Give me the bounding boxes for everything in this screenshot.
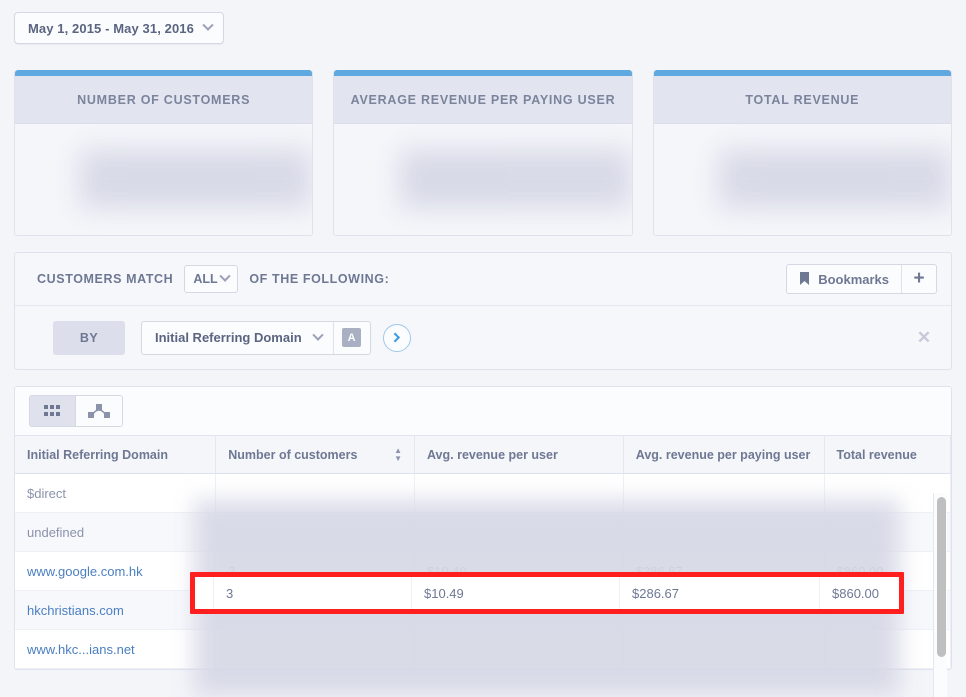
bookmarks-button[interactable]: Bookmarks (787, 265, 902, 293)
date-range-picker[interactable]: May 1, 2015 - May 31, 2016 (14, 12, 224, 44)
filter-condition-row: BY Initial Referring Domain A ✕ (15, 306, 951, 369)
cell-domain: undefined (15, 512, 217, 552)
metric-cards: NUMBER OF CUSTOMERS AVERAGE REVENUE PER … (0, 70, 966, 236)
column-header-avg-revenue-per-paying-user[interactable]: Avg. revenue per paying user (623, 435, 825, 474)
grid-icon (44, 405, 60, 416)
cell-arppu (623, 590, 825, 630)
table-row[interactable]: $direct (15, 473, 951, 513)
by-chip[interactable]: BY (53, 320, 125, 355)
cell-customers (215, 590, 415, 630)
results-panel: Initial Referring Domain Number of custo… (14, 386, 952, 670)
cell-domain: www.google.com.hk (15, 551, 217, 591)
cell-domain: www.hkc...ians.net (15, 629, 217, 669)
remove-filter-button[interactable]: ✕ (911, 325, 937, 351)
table-header: Initial Referring Domain Number of custo… (15, 435, 951, 474)
cell-total (824, 473, 951, 513)
match-type-select[interactable]: ALL (184, 265, 239, 293)
tree-icon (88, 404, 110, 418)
filter-match-row: CUSTOMERS MATCH ALL OF THE FOLLOWING: Bo… (15, 253, 951, 306)
card-body (15, 124, 313, 235)
cell-arpu: $10.49 (414, 551, 624, 591)
column-label: Avg. revenue per paying user (635, 447, 811, 462)
table-body: $direct undefined www.google.com.hk 3 $1… (15, 473, 951, 669)
sort-icon: ▲ ▼ (394, 445, 402, 463)
table-scrollbar[interactable] (933, 493, 947, 697)
results-table: Initial Referring Domain Number of custo… (15, 435, 951, 669)
cell-total (824, 590, 951, 630)
filter-panel: CUSTOMERS MATCH ALL OF THE FOLLOWING: Bo… (14, 252, 952, 370)
metric-card-total-revenue: TOTAL REVENUE (652, 70, 952, 236)
column-label: Avg. revenue per user (426, 447, 558, 462)
attribute-group: Initial Referring Domain A (141, 320, 371, 355)
cell-customers (215, 629, 415, 669)
cell-arpu (414, 473, 624, 513)
cell-arppu (623, 629, 825, 669)
domain-label: $direct (27, 485, 67, 501)
table-row[interactable]: www.hkc...ians.net (15, 629, 951, 669)
metric-card-average-revenue-per-paying-user: AVERAGE REVENUE PER PAYING USER (333, 70, 633, 236)
date-range-label: May 1, 2015 - May 31, 2016 (28, 20, 194, 36)
table-header-row: Initial Referring Domain Number of custo… (15, 435, 951, 474)
table-row-highlighted[interactable]: www.google.com.hk 3 $10.49 $286.67 $860.… (15, 551, 951, 591)
card-body (334, 124, 632, 235)
view-toggle-row (15, 387, 951, 435)
customers-match-label: CUSTOMERS MATCH (37, 272, 174, 286)
attribute-value: Initial Referring Domain (155, 330, 302, 345)
grid-view-button[interactable] (30, 396, 76, 426)
cell-arpu (414, 590, 624, 630)
attribute-type-badge: A (342, 328, 362, 347)
card-title: AVERAGE REVENUE PER PAYING USER (334, 76, 632, 124)
column-label: Total revenue (836, 447, 917, 462)
cell-total: $860.00 (824, 551, 951, 591)
bookmarks-label: Bookmarks (818, 271, 889, 287)
redacted-value (80, 150, 313, 208)
top-bar: May 1, 2015 - May 31, 2016 (0, 0, 966, 56)
cell-arpu (414, 629, 624, 669)
cell-total (824, 512, 951, 552)
chevron-down-icon (219, 270, 231, 282)
column-label: Number of customers (228, 447, 358, 462)
metric-card-number-of-customers: NUMBER OF CUSTOMERS (14, 70, 314, 236)
of-the-following-label: OF THE FOLLOWING: (249, 272, 390, 286)
cell-arppu: $286.67 (623, 551, 825, 591)
table-row[interactable]: undefined (15, 512, 951, 552)
tree-view-button[interactable] (76, 396, 122, 426)
match-type-value: ALL (193, 272, 218, 286)
cell-arppu (623, 512, 825, 552)
table-row[interactable]: hkchristians.com (15, 590, 951, 630)
bookmark-icon (800, 272, 810, 285)
bookmarks-group: Bookmarks + (786, 264, 937, 294)
attribute-select[interactable]: Initial Referring Domain (142, 321, 334, 354)
redacted-value (399, 150, 632, 208)
cell-arpu (414, 512, 624, 552)
card-title: TOTAL REVENUE (653, 76, 951, 124)
domain-link[interactable]: www.google.com.hk (27, 564, 143, 579)
card-title: NUMBER OF CUSTOMERS (15, 76, 313, 124)
cell-domain: hkchristians.com (15, 590, 217, 630)
column-header-number-of-customers[interactable]: Number of customers ▲ ▼ (215, 435, 415, 474)
cell-customers (215, 512, 415, 552)
attribute-type-button[interactable]: A (334, 322, 370, 354)
cell-domain: $direct (15, 473, 217, 513)
cell-total (824, 629, 951, 669)
chevron-right-icon (390, 332, 401, 343)
domain-label: undefined (27, 524, 85, 540)
cell-customers (215, 473, 415, 513)
cell-arppu (623, 473, 825, 513)
chevron-down-icon (311, 329, 324, 341)
apply-filter-button[interactable] (382, 323, 411, 352)
domain-link[interactable]: www.hkc...ians.net (27, 642, 135, 657)
column-header-avg-revenue-per-user[interactable]: Avg. revenue per user (414, 435, 624, 474)
column-header-initial-referring-domain[interactable]: Initial Referring Domain (15, 435, 217, 474)
view-toggle-group (29, 395, 123, 427)
column-label: Initial Referring Domain (27, 447, 168, 462)
add-bookmark-button[interactable]: + (902, 265, 936, 293)
cell-customers: 3 (215, 551, 415, 591)
column-header-total-revenue[interactable]: Total revenue (824, 435, 951, 474)
scrollbar-thumb[interactable] (937, 497, 946, 657)
redacted-value (719, 150, 951, 208)
domain-link[interactable]: hkchristians.com (27, 603, 124, 618)
card-body (653, 124, 951, 235)
chevron-down-icon (202, 19, 214, 31)
